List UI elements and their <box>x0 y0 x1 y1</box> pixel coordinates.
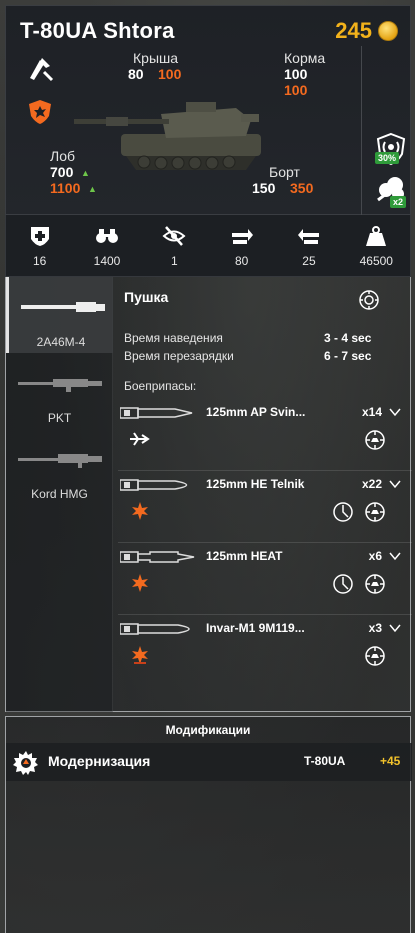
stat-weight: 46500 <box>343 215 410 276</box>
shell-info-icon[interactable] <box>364 645 386 667</box>
crossed-eye-icon <box>162 226 186 246</box>
shell-ap-icon <box>120 407 193 419</box>
side-base: 150 <box>252 180 276 196</box>
stat-forward-speed-value: 80 <box>234 254 249 268</box>
splash-radius-icon[interactable] <box>332 501 354 523</box>
header-divider <box>361 46 362 216</box>
tank-name: T-80UA Shtora <box>20 18 175 43</box>
rear-label: Корма <box>284 50 326 66</box>
tank-image <box>74 102 261 170</box>
roof-base: 80 <box>128 66 144 82</box>
weapon-tab-kord[interactable]: Kord HMG <box>6 429 113 505</box>
front-label: Лоб <box>50 148 75 164</box>
front-up-arrow-icon: ▲ <box>81 168 90 178</box>
stat-stealth-value: 1 <box>170 254 178 268</box>
roof-label: Крыша <box>133 50 179 66</box>
weapon-tab-pkt[interactable]: PKT <box>6 353 113 429</box>
ap-type-icon <box>130 432 150 446</box>
stat-health-value: 16 <box>32 254 47 268</box>
chevron-down-icon[interactable] <box>388 477 402 491</box>
heavy-machine-gun-icon <box>18 454 102 468</box>
aim-time-value: 3 - 4 sec <box>324 331 372 345</box>
gold-coin-icon <box>378 21 398 41</box>
shell-name: 125mm HEAT <box>206 549 283 563</box>
modification-value: +45 <box>380 754 401 768</box>
modification-row[interactable]: Модернизация T-80UA +45 <box>6 743 412 781</box>
weapon-tab-label: Kord HMG <box>31 487 88 501</box>
chevron-down-icon[interactable] <box>388 549 402 563</box>
modification-tank: T-80UA <box>304 754 346 768</box>
shell-name: 125mm HE Telnik <box>206 477 305 491</box>
rear-base: 100 <box>284 66 308 82</box>
reload-time-value: 6 - 7 sec <box>324 349 372 363</box>
rear-ext: 100 <box>284 82 308 98</box>
chevron-down-icon[interactable] <box>388 621 402 635</box>
gun-settings-icon[interactable] <box>358 289 380 311</box>
shell-name: Invar-M1 9M119... <box>206 621 305 635</box>
shell-row-atgm[interactable]: Invar-M1 9M119... x3 <box>118 617 412 687</box>
gold-display[interactable]: 245 <box>335 18 398 44</box>
shell-row-ap[interactable]: 125mm AP Svin... x14 <box>118 401 412 471</box>
stat-view-range: 1400 <box>73 215 140 276</box>
shell-count: x22 <box>361 477 382 491</box>
crossed-shell-icon <box>24 52 56 84</box>
weapon-tab-label: PKT <box>47 411 72 425</box>
shell-info-icon[interactable] <box>364 573 386 595</box>
stat-health: 16 <box>6 215 73 276</box>
forward-speed-icon <box>231 229 253 244</box>
roof-ext: 100 <box>158 66 182 82</box>
shell-row-heat[interactable]: 125mm HEAT x6 <box>118 545 412 615</box>
shell-count: x3 <box>368 621 382 635</box>
side-label: Борт <box>269 164 300 180</box>
shell-heat-icon <box>120 551 195 563</box>
vehicle-header: T-80UA Shtora 245 Крыша 80 100 Корма 100… <box>5 5 411 216</box>
weapon-tab-main-gun[interactable]: 2A46M-4 <box>6 277 113 353</box>
shell-count: x14 <box>361 405 382 419</box>
he-type-icon <box>132 502 148 520</box>
heat-type-icon <box>132 574 148 592</box>
reverse-speed-icon <box>297 229 319 244</box>
weight-icon <box>366 226 387 246</box>
stats-bar: 16 1400 1 80 25 46500 <box>5 215 411 277</box>
modifications-panel: Модификации Модернизация T-80UA +45 <box>5 716 412 933</box>
side-ext: 350 <box>290 180 314 196</box>
shell-he-icon <box>120 479 188 491</box>
stat-weight-value: 46500 <box>359 254 393 268</box>
weapon-section-title: Пушка <box>124 289 169 305</box>
weapon-tab-label: 2A46M-4 <box>36 335 86 349</box>
shell-count: x6 <box>368 549 382 563</box>
aim-time-label: Время наведения <box>124 331 223 345</box>
front-ext: 1100 <box>50 180 81 196</box>
modernization-gear-icon <box>13 751 38 775</box>
health-cross-icon <box>30 227 49 246</box>
modification-name: Модернизация <box>48 753 151 769</box>
machine-gun-icon <box>18 379 102 392</box>
modifications-title: Модификации <box>165 723 251 737</box>
shell-info-icon[interactable] <box>364 429 386 451</box>
atgm-type-icon <box>132 646 148 664</box>
stat-stealth: 1 <box>141 215 208 276</box>
smoke-badge: x2 <box>390 196 407 208</box>
shell-info-icon[interactable] <box>364 501 386 523</box>
shell-name: 125mm AP Svin... <box>206 405 306 419</box>
shell-atgm-icon <box>120 623 190 635</box>
ammo-title: Боеприпасы: <box>124 379 197 393</box>
front-base: 700 <box>50 164 74 180</box>
weapons-panel: 2A46M-4 PKT Kord HMG Пушка Время наведен… <box>5 277 412 712</box>
camo-badge: 30% <box>375 152 400 164</box>
reload-time-label: Время перезарядки <box>124 349 234 363</box>
cannon-icon <box>21 302 105 312</box>
stat-reverse-speed-value: 25 <box>302 254 316 268</box>
front-ext-up-arrow-icon: ▲ <box>88 184 97 194</box>
stat-forward-speed: 80 <box>208 215 275 276</box>
explosion-shield-icon <box>24 96 56 128</box>
shell-row-he[interactable]: 125mm HE Telnik x22 <box>118 473 412 543</box>
weapon-tabs: 2A46M-4 PKT Kord HMG <box>6 277 113 712</box>
stat-view-range-value: 1400 <box>93 254 121 268</box>
stat-reverse-speed: 25 <box>275 215 342 276</box>
gold-amount: 245 <box>335 18 372 43</box>
chevron-down-icon[interactable] <box>388 405 402 419</box>
splash-radius-icon[interactable] <box>332 573 354 595</box>
binoculars-icon <box>95 229 118 243</box>
